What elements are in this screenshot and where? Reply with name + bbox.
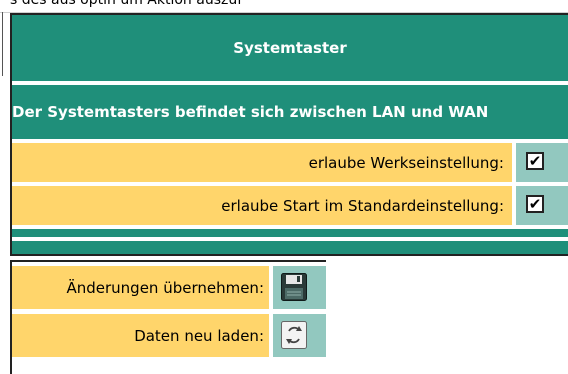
footer-bar-2 xyxy=(12,241,568,254)
footer-bar-1 xyxy=(12,229,568,237)
actions-panel: Änderungen übernehmen: Daten neu laden: xyxy=(10,260,326,374)
option-cell-factory-reset: ✔ xyxy=(516,143,568,182)
left-edge-line xyxy=(2,12,3,76)
system-button-settings-panel: Systemtaster Der Systemtasters befindet … xyxy=(10,13,568,256)
save-icon[interactable] xyxy=(281,273,307,301)
option-cell-standard-start: ✔ xyxy=(516,186,568,225)
clipped-top-text: s des aus optin um Aktion auszuf xyxy=(0,0,568,12)
reload-data-label: Daten neu laden: xyxy=(12,314,269,357)
option-label-standard-start: erlaube Start im Standardeinstellung: xyxy=(12,186,512,225)
checkmark-icon: ✔ xyxy=(528,151,542,170)
reload-icon[interactable] xyxy=(281,321,307,349)
factory-reset-checkbox[interactable]: ✔ xyxy=(526,152,544,170)
panel-description: Der Systemtasters befindet sich zwischen… xyxy=(12,85,568,139)
reload-icon-cell xyxy=(273,314,326,357)
apply-icon-cell xyxy=(273,266,326,309)
panel-title: Systemtaster xyxy=(12,15,568,81)
checkmark-icon: ✔ xyxy=(528,194,542,213)
standard-start-checkbox[interactable]: ✔ xyxy=(526,195,544,213)
apply-changes-label: Änderungen übernehmen: xyxy=(12,266,269,309)
option-label-factory-reset: erlaube Werkseinstellung: xyxy=(12,143,512,182)
clipped-top-text-label: s des aus optin um Aktion auszuf xyxy=(10,0,243,8)
